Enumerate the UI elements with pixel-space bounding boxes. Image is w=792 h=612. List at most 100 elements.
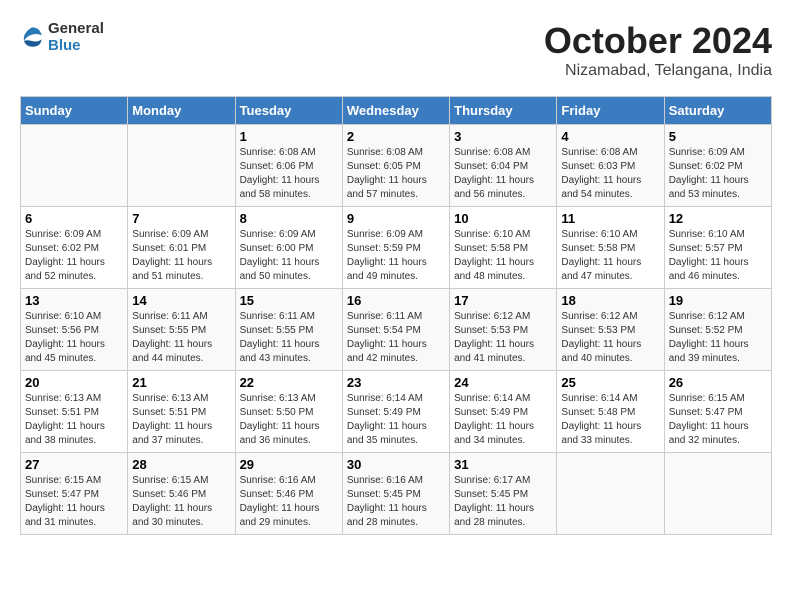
calendar-cell: 3 Sunrise: 6:08 AMSunset: 6:04 PMDaylight… <box>450 125 557 207</box>
week-row-2: 6 Sunrise: 6:09 AMSunset: 6:02 PMDaylight… <box>21 207 772 289</box>
month-title: October 2024 <box>544 20 772 62</box>
day-number: 8 <box>240 211 338 226</box>
calendar-cell: 9 Sunrise: 6:09 AMSunset: 5:59 PMDaylight… <box>342 207 449 289</box>
day-info: Sunrise: 6:15 AMSunset: 5:47 PMDaylight:… <box>25 475 105 528</box>
calendar-cell: 27 Sunrise: 6:15 AMSunset: 5:47 PMDayligh… <box>21 453 128 535</box>
day-number: 18 <box>561 293 659 308</box>
day-info: Sunrise: 6:12 AMSunset: 5:53 PMDaylight:… <box>454 311 534 364</box>
day-number: 13 <box>25 293 123 308</box>
day-number: 3 <box>454 129 552 144</box>
day-info: Sunrise: 6:16 AMSunset: 5:46 PMDaylight:… <box>240 475 320 528</box>
day-info: Sunrise: 6:12 AMSunset: 5:53 PMDaylight:… <box>561 311 641 364</box>
weekday-header-row: SundayMondayTuesdayWednesdayThursdayFrid… <box>21 97 772 125</box>
day-info: Sunrise: 6:10 AMSunset: 5:58 PMDaylight:… <box>454 229 534 282</box>
day-info: Sunrise: 6:09 AMSunset: 6:02 PMDaylight:… <box>25 229 105 282</box>
day-number: 27 <box>25 457 123 472</box>
day-number: 4 <box>561 129 659 144</box>
calendar-cell <box>664 453 771 535</box>
calendar-cell: 6 Sunrise: 6:09 AMSunset: 6:02 PMDaylight… <box>21 207 128 289</box>
day-info: Sunrise: 6:09 AMSunset: 6:00 PMDaylight:… <box>240 229 320 282</box>
calendar-cell: 7 Sunrise: 6:09 AMSunset: 6:01 PMDaylight… <box>128 207 235 289</box>
calendar-cell: 17Sunrise: 6:12 AMSunset: 5:53 PMDayligh… <box>450 289 557 371</box>
calendar-cell: 16 Sunrise: 6:11 AMSunset: 5:54 PMDayligh… <box>342 289 449 371</box>
calendar-cell: 30 Sunrise: 6:16 AMSunset: 5:45 PMDayligh… <box>342 453 449 535</box>
calendar-table: SundayMondayTuesdayWednesdayThursdayFrid… <box>20 96 772 535</box>
weekday-header-saturday: Saturday <box>664 97 771 125</box>
day-info: Sunrise: 6:16 AMSunset: 5:45 PMDaylight:… <box>347 475 427 528</box>
day-info: Sunrise: 6:13 AMSunset: 5:51 PMDaylight:… <box>132 393 212 446</box>
day-number: 7 <box>132 211 230 226</box>
calendar-cell: 29 Sunrise: 6:16 AMSunset: 5:46 PMDayligh… <box>235 453 342 535</box>
calendar-cell: 5 Sunrise: 6:09 AMSunset: 6:02 PMDaylight… <box>664 125 771 207</box>
day-info: Sunrise: 6:08 AMSunset: 6:05 PMDaylight:… <box>347 147 427 200</box>
calendar-cell: 28Sunrise: 6:15 AMSunset: 5:46 PMDayligh… <box>128 453 235 535</box>
day-info: Sunrise: 6:11 AMSunset: 5:55 PMDaylight:… <box>240 311 320 364</box>
calendar-cell: 15Sunrise: 6:11 AMSunset: 5:55 PMDayligh… <box>235 289 342 371</box>
calendar-cell: 8 Sunrise: 6:09 AMSunset: 6:00 PMDaylight… <box>235 207 342 289</box>
day-info: Sunrise: 6:08 AMSunset: 6:04 PMDaylight:… <box>454 147 534 200</box>
day-info: Sunrise: 6:09 AMSunset: 5:59 PMDaylight:… <box>347 229 427 282</box>
calendar-cell <box>557 453 664 535</box>
day-number: 25 <box>561 375 659 390</box>
day-number: 6 <box>25 211 123 226</box>
day-info: Sunrise: 6:14 AMSunset: 5:49 PMDaylight:… <box>454 393 534 446</box>
weekday-header-monday: Monday <box>128 97 235 125</box>
day-info: Sunrise: 6:10 AMSunset: 5:58 PMDaylight:… <box>561 229 641 282</box>
logo: General Blue <box>20 20 104 54</box>
day-info: Sunrise: 6:09 AMSunset: 6:01 PMDaylight:… <box>132 229 212 282</box>
day-number: 14 <box>132 293 230 308</box>
week-row-1: 1 Sunrise: 6:08 AMSunset: 6:06 PMDaylight… <box>21 125 772 207</box>
day-number: 30 <box>347 457 445 472</box>
day-number: 9 <box>347 211 445 226</box>
day-info: Sunrise: 6:14 AMSunset: 5:49 PMDaylight:… <box>347 393 427 446</box>
day-info: Sunrise: 6:08 AMSunset: 6:06 PMDaylight:… <box>240 147 320 200</box>
weekday-header-tuesday: Tuesday <box>235 97 342 125</box>
day-number: 1 <box>240 129 338 144</box>
day-info: Sunrise: 6:13 AMSunset: 5:50 PMDaylight:… <box>240 393 320 446</box>
page-header: General Blue October 2024 Nizamabad, Tel… <box>20 20 772 80</box>
calendar-cell: 14Sunrise: 6:11 AMSunset: 5:55 PMDayligh… <box>128 289 235 371</box>
logo-general: General <box>48 20 104 37</box>
weekday-header-thursday: Thursday <box>450 97 557 125</box>
day-number: 20 <box>25 375 123 390</box>
title-block: October 2024 Nizamabad, Telangana, India <box>544 20 772 80</box>
calendar-cell: 4Sunrise: 6:08 AMSunset: 6:03 PMDaylight… <box>557 125 664 207</box>
calendar-cell <box>128 125 235 207</box>
day-number: 10 <box>454 211 552 226</box>
day-number: 24 <box>454 375 552 390</box>
day-info: Sunrise: 6:13 AMSunset: 5:51 PMDaylight:… <box>25 393 105 446</box>
day-info: Sunrise: 6:15 AMSunset: 5:46 PMDaylight:… <box>132 475 212 528</box>
day-number: 2 <box>347 129 445 144</box>
day-number: 5 <box>669 129 767 144</box>
calendar-cell: 26 Sunrise: 6:15 AMSunset: 5:47 PMDayligh… <box>664 371 771 453</box>
calendar-cell: 12Sunrise: 6:10 AMSunset: 5:57 PMDayligh… <box>664 207 771 289</box>
day-info: Sunrise: 6:15 AMSunset: 5:47 PMDaylight:… <box>669 393 749 446</box>
calendar-cell: 1 Sunrise: 6:08 AMSunset: 6:06 PMDaylight… <box>235 125 342 207</box>
day-number: 16 <box>347 293 445 308</box>
calendar-cell: 21 Sunrise: 6:13 AMSunset: 5:51 PMDayligh… <box>128 371 235 453</box>
calendar-cell: 25Sunrise: 6:14 AMSunset: 5:48 PMDayligh… <box>557 371 664 453</box>
day-info: Sunrise: 6:11 AMSunset: 5:54 PMDaylight:… <box>347 311 427 364</box>
logo-icon <box>20 25 44 49</box>
calendar-cell: 22 Sunrise: 6:13 AMSunset: 5:50 PMDayligh… <box>235 371 342 453</box>
logo-blue: Blue <box>48 37 104 54</box>
day-number: 23 <box>347 375 445 390</box>
day-number: 21 <box>132 375 230 390</box>
weekday-header-wednesday: Wednesday <box>342 97 449 125</box>
week-row-4: 20 Sunrise: 6:13 AMSunset: 5:51 PMDayligh… <box>21 371 772 453</box>
day-number: 12 <box>669 211 767 226</box>
day-number: 19 <box>669 293 767 308</box>
day-number: 29 <box>240 457 338 472</box>
day-number: 31 <box>454 457 552 472</box>
day-number: 26 <box>669 375 767 390</box>
calendar-cell: 18 Sunrise: 6:12 AMSunset: 5:53 PMDayligh… <box>557 289 664 371</box>
calendar-cell: 11Sunrise: 6:10 AMSunset: 5:58 PMDayligh… <box>557 207 664 289</box>
calendar-cell: 31Sunrise: 6:17 AMSunset: 5:45 PMDayligh… <box>450 453 557 535</box>
week-row-5: 27 Sunrise: 6:15 AMSunset: 5:47 PMDayligh… <box>21 453 772 535</box>
calendar-cell: 20 Sunrise: 6:13 AMSunset: 5:51 PMDayligh… <box>21 371 128 453</box>
calendar-cell: 2 Sunrise: 6:08 AMSunset: 6:05 PMDaylight… <box>342 125 449 207</box>
day-number: 22 <box>240 375 338 390</box>
calendar-cell: 23 Sunrise: 6:14 AMSunset: 5:49 PMDayligh… <box>342 371 449 453</box>
calendar-cell: 19Sunrise: 6:12 AMSunset: 5:52 PMDayligh… <box>664 289 771 371</box>
day-info: Sunrise: 6:09 AMSunset: 6:02 PMDaylight:… <box>669 147 749 200</box>
